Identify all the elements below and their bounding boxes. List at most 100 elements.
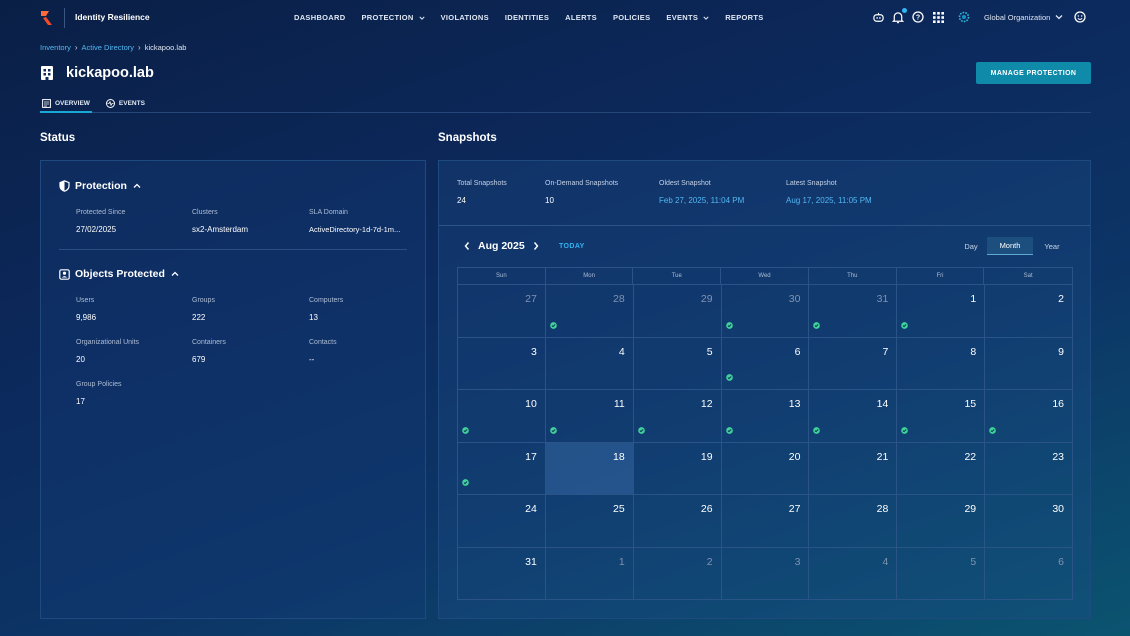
calendar-day[interactable]: 18	[545, 442, 634, 495]
objects-icon	[59, 268, 70, 280]
calendar-day[interactable]: 28	[809, 495, 898, 547]
calendar-day[interactable]: 6	[722, 337, 810, 390]
calendar-day[interactable]: 7	[809, 337, 898, 390]
day-number: 30	[1052, 503, 1065, 516]
app-title[interactable]: Identity Resilience	[75, 12, 150, 22]
calendar-day[interactable]: 29	[634, 285, 722, 337]
calendar-day[interactable]: 14	[809, 390, 898, 442]
nav-events[interactable]: EVENTS	[666, 13, 709, 22]
nav-dashboard[interactable]: DASHBOARD	[294, 13, 345, 22]
day-number: 19	[700, 450, 713, 463]
calendar-day[interactable]: 1	[897, 285, 986, 337]
oldest-snapshot-link[interactable]: Feb 27, 2025, 11:04 PM	[659, 196, 744, 205]
help-icon[interactable]: ?	[911, 10, 925, 24]
objects-protected-title: Objects Protected	[75, 268, 165, 280]
calendar-day[interactable]: 1	[546, 547, 634, 599]
nav-violations[interactable]: VIOLATIONS	[441, 13, 489, 22]
view-year-button[interactable]: Year	[1033, 237, 1071, 255]
calendar-day[interactable]: 2	[985, 285, 1074, 337]
nav-identities[interactable]: IDENTITIES	[505, 13, 549, 22]
brand-logo-icon[interactable]	[40, 10, 54, 26]
apps-grid-icon[interactable]	[931, 10, 945, 24]
calendar-day[interactable]: 24	[458, 495, 546, 547]
calendar-day[interactable]: 19	[634, 442, 722, 495]
calendar-nav: Aug 2025	[463, 240, 540, 252]
calendar-day[interactable]: 10	[458, 390, 546, 442]
calendar-day[interactable]: 6	[985, 547, 1074, 599]
total-snapshots-value: 24	[457, 196, 466, 205]
day-number: 31	[525, 555, 537, 568]
day-number: 22	[964, 450, 977, 463]
nav-policies[interactable]: POLICIES	[613, 13, 650, 22]
calendar-day[interactable]: 22	[897, 442, 986, 495]
calendar-day[interactable]: 15	[897, 390, 986, 442]
calendar-day[interactable]: 9	[985, 337, 1074, 390]
calendar-day[interactable]: 16	[985, 390, 1074, 442]
chevron-right-icon[interactable]	[532, 241, 540, 251]
calendar-day[interactable]: 4	[546, 337, 634, 390]
calendar-day[interactable]: 5	[897, 547, 986, 599]
calendar-day[interactable]: 8	[897, 337, 986, 390]
activity-icon	[105, 98, 115, 108]
groups-value: 222	[192, 313, 206, 322]
tab-overview[interactable]: OVERVIEW	[40, 94, 92, 113]
calendar-day[interactable]: 30	[985, 495, 1074, 547]
day-number: 23	[1052, 450, 1065, 463]
calendar-day[interactable]: 3	[458, 337, 546, 390]
objects-group-toggle[interactable]: Objects Protected	[59, 268, 179, 280]
calendar-day[interactable]: 11	[546, 390, 634, 442]
protection-group-toggle[interactable]: Protection	[59, 180, 141, 192]
calendar-day[interactable]: 4	[809, 547, 898, 599]
nav-alerts[interactable]: ALERTS	[565, 13, 597, 22]
clusters-label: Clusters	[192, 209, 218, 216]
calendar-day[interactable]: 20	[722, 442, 810, 495]
snapshot-check-icon	[901, 426, 909, 434]
nav-label: DASHBOARD	[294, 13, 346, 22]
assistant-icon[interactable]	[871, 10, 885, 24]
manage-protection-button[interactable]: MANAGE PROTECTION	[976, 62, 1091, 84]
group-policies-value: 17	[76, 397, 85, 406]
calendar-day[interactable]: 31	[809, 285, 898, 337]
main-nav: DASHBOARD PROTECTION VIOLATIONS IDENTITI…	[294, 13, 780, 22]
calendar-day[interactable]: 13	[722, 390, 810, 442]
view-month-button[interactable]: Month	[987, 237, 1033, 255]
calendar-day[interactable]: 30	[722, 285, 810, 337]
calendar-day[interactable]: 27	[722, 495, 810, 547]
day-number: 9	[1058, 345, 1065, 358]
bell-icon[interactable]	[891, 8, 907, 24]
day-number: 31	[876, 293, 889, 305]
calendar-day[interactable]: 29	[897, 495, 986, 547]
day-number: 30	[788, 293, 801, 305]
breadcrumb-inventory[interactable]: Inventory	[40, 43, 71, 52]
calendar-day[interactable]: 21	[809, 442, 898, 495]
calendar-day[interactable]: 5	[634, 337, 722, 390]
day-number: 5	[970, 555, 977, 568]
today-button[interactable]: TODAY	[559, 243, 585, 250]
calendar-day[interactable]: 23	[985, 442, 1074, 495]
tab-events[interactable]: EVENTS	[104, 94, 147, 112]
user-account-icon[interactable]	[1074, 11, 1086, 23]
calendar-week: 27 28 29 30 31 1 2	[457, 284, 1074, 337]
calendar-day[interactable]: 12	[634, 390, 722, 442]
users-label: Users	[76, 297, 95, 304]
weekday-sat: Sat	[1023, 273, 1033, 279]
calendar-day[interactable]: 3	[722, 547, 810, 599]
nav-reports[interactable]: REPORTS	[725, 13, 763, 22]
nav-protection[interactable]: PROTECTION	[361, 13, 425, 22]
org-selector[interactable]: Global Organization	[957, 10, 1063, 24]
calendar-day[interactable]: 31	[458, 547, 546, 599]
breadcrumb-active-directory[interactable]: Active Directory	[82, 43, 135, 52]
view-day-button[interactable]: Day	[955, 237, 987, 255]
calendar-day[interactable]: 25	[546, 495, 634, 547]
calendar-day[interactable]: 2	[634, 547, 722, 599]
sla-domain-value[interactable]: ActiveDirectory-1d-7d-1m...	[309, 225, 400, 234]
calendar-day[interactable]: 17	[458, 442, 546, 495]
group-policies-label: Group Policies	[76, 381, 122, 388]
day-number: 2	[1058, 293, 1065, 305]
calendar-day[interactable]: 27	[458, 285, 546, 337]
snapshot-check-icon	[550, 426, 557, 434]
calendar-day[interactable]: 28	[546, 285, 634, 337]
latest-snapshot-link[interactable]: Aug 17, 2025, 11:05 PM	[786, 196, 872, 205]
chevron-left-icon[interactable]	[463, 241, 471, 251]
calendar-day[interactable]: 26	[634, 495, 722, 547]
